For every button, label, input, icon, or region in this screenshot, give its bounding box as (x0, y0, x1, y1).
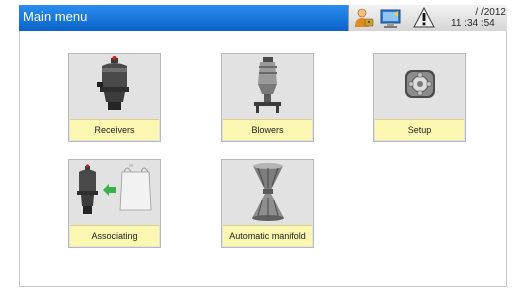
menu-tile-associating[interactable]: Associating (68, 159, 161, 248)
blower-icon (222, 54, 313, 120)
associating-icon (69, 160, 160, 226)
menu-tile-setup[interactable]: Setup (373, 53, 466, 142)
menu-tile-label: Associating (70, 225, 159, 246)
alarm-warning-icon[interactable] (413, 6, 435, 29)
time-readout: 11 :34 :54 (451, 18, 495, 29)
clock-display: / /2012 11 :34 :54 (450, 6, 508, 30)
menu-tile-label: Setup (375, 119, 464, 140)
window-title: Main menu (23, 9, 88, 24)
monitor-icon[interactable] (380, 7, 401, 29)
title-bar: Main menu / /2012 11:34:54 (19, 5, 507, 31)
setup-gear-icon (374, 54, 465, 120)
automatic-manifold-icon (222, 160, 313, 226)
menu-tile-blowers[interactable]: Blowers (221, 53, 314, 142)
status-area: / /2012 11 :34 :54 (348, 5, 507, 31)
menu-tile-label: Receivers (70, 119, 159, 140)
menu-tile-label: Blowers (223, 119, 312, 140)
menu-tile-automatic-manifold[interactable]: Automatic manifold (221, 159, 314, 248)
user-login-icon[interactable] (353, 7, 374, 29)
date-readout: / /2012 (475, 7, 506, 18)
receiver-icon (69, 54, 160, 120)
menu-tile-label: Automatic manifold (223, 225, 312, 246)
menu-tile-receivers[interactable]: Receivers (68, 53, 161, 142)
